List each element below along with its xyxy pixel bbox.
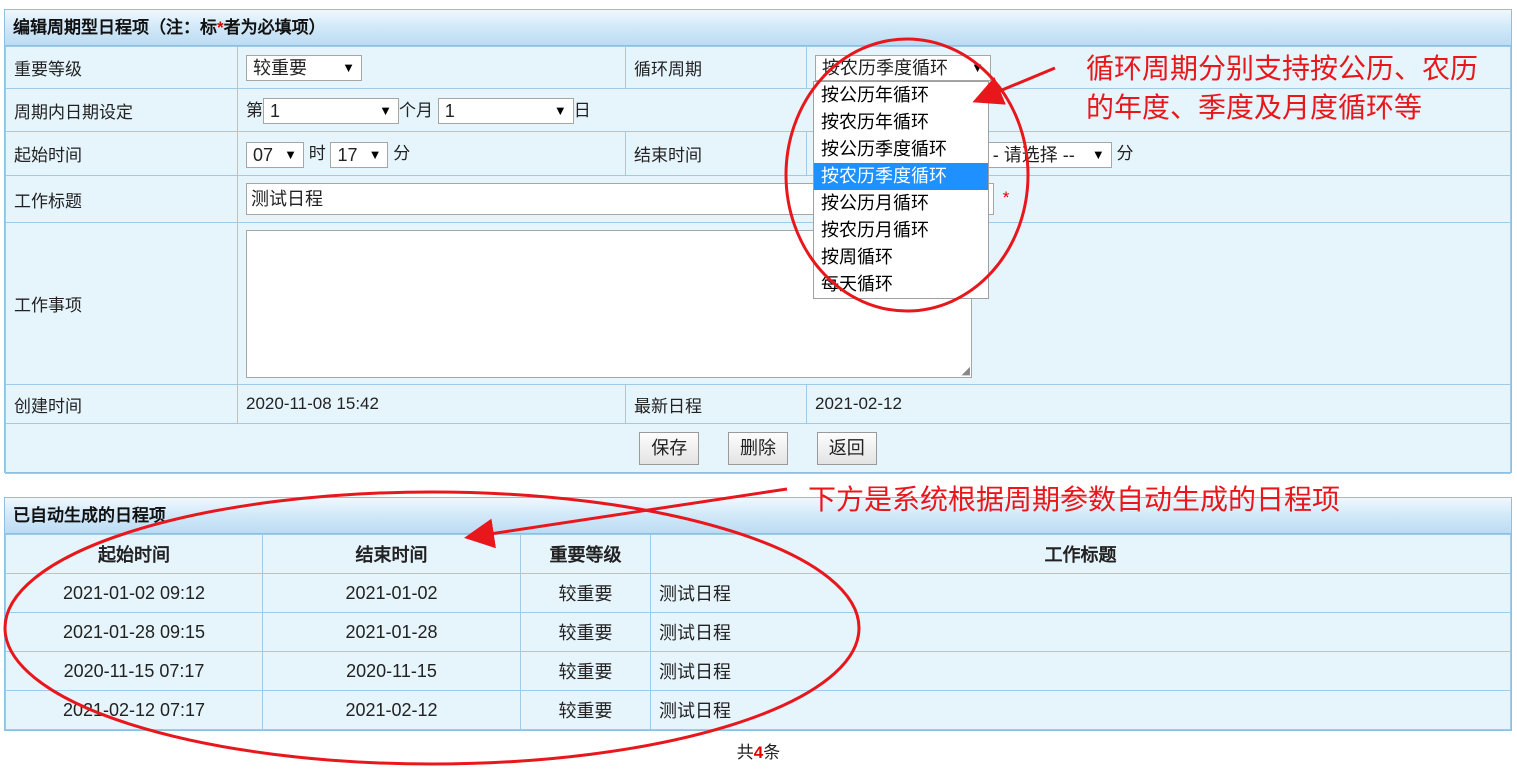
- importance-cell: 较重要: [520, 573, 651, 613]
- importance-label: 重要等级: [5, 46, 238, 89]
- chevron-down-icon: ▼: [368, 146, 382, 162]
- record-count: 共4条: [736, 743, 781, 762]
- table-row[interactable]: 2020-11-15 07:17 2020-11-15 较重要 测试日程: [5, 651, 1511, 691]
- work-item-label: 工作事项: [5, 222, 238, 385]
- latest-label: 最新日程: [625, 384, 807, 424]
- annotation-top-line2: 的年度、季度及月度循环等: [1086, 92, 1423, 123]
- generated-list-table: 起始时间 结束时间 重要等级 工作标题 2021-01-02 09:12 202…: [5, 534, 1511, 730]
- end-cell: 2021-01-02: [262, 573, 521, 613]
- start-hour-select[interactable]: 07 ▼: [246, 141, 304, 168]
- start-cell: 2020-11-15 07:17: [5, 651, 263, 691]
- cycle-option[interactable]: 每天循环: [814, 271, 988, 298]
- created-label: 创建时间: [5, 384, 238, 424]
- cycle-option[interactable]: 按农历月循环: [814, 217, 988, 244]
- end-cell: 2020-11-15: [262, 651, 521, 691]
- importance-select[interactable]: 较重要 ▼: [246, 54, 362, 81]
- cycle-option[interactable]: 按农历年循环: [814, 109, 988, 136]
- end-cell: 2021-01-28: [262, 612, 521, 652]
- title-cell: 测试日程: [650, 612, 1511, 652]
- title-cell: 测试日程: [650, 573, 1511, 613]
- cycle-option-selected[interactable]: 按农历季度循环: [814, 163, 988, 190]
- cycle-select[interactable]: 按农历季度循环 ▼: [815, 54, 991, 81]
- table-header-row: 起始时间 结束时间 重要等级 工作标题: [5, 534, 1511, 574]
- save-button[interactable]: 保存: [639, 432, 700, 465]
- table-row[interactable]: 2021-02-12 07:17 2021-02-12 较重要 测试日程: [5, 690, 1511, 730]
- cycle-label: 循环周期: [625, 46, 807, 89]
- title-cell: 测试日程: [650, 690, 1511, 730]
- cycle-option[interactable]: 按周循环: [814, 244, 988, 271]
- start-cell: 2021-02-12 07:17: [5, 690, 263, 730]
- work-title-label: 工作标题: [5, 175, 238, 223]
- delete-button[interactable]: 删除: [728, 432, 788, 465]
- chevron-down-icon: ▼: [553, 103, 567, 119]
- end-time-label: 结束时间: [625, 131, 807, 176]
- importance-cell: 较重要: [520, 612, 651, 652]
- column-header: 起始时间: [5, 534, 263, 574]
- importance-cell: 较重要: [520, 690, 651, 730]
- importance-cell: 较重要: [520, 651, 651, 691]
- annotation-top-line1: 循环周期分别支持按公历、农历: [1086, 53, 1479, 84]
- title-cell: 测试日程: [650, 651, 1511, 691]
- back-button[interactable]: 返回: [816, 432, 877, 465]
- cycle-option[interactable]: 按公历月循环: [814, 190, 988, 217]
- annotation-bottom: 下方是系统根据周期参数自动生成的日程项: [808, 484, 1341, 515]
- start-cell: 2021-01-28 09:15: [5, 612, 263, 652]
- chevron-down-icon: ▼: [379, 103, 392, 119]
- resize-grip-icon[interactable]: ◢: [962, 364, 970, 377]
- chevron-down-icon: ▼: [1091, 146, 1105, 162]
- start-minute-select[interactable]: 17 ▼: [330, 141, 389, 168]
- start-cell: 2021-01-02 09:12: [5, 573, 263, 613]
- edit-panel-title: 编辑周期型日程项（注：标*者为必填项）: [5, 10, 1511, 46]
- chevron-down-icon: ▼: [342, 59, 355, 75]
- latest-value: 2021-02-12: [806, 384, 1511, 424]
- cycle-dropdown-list[interactable]: 按公历年循环 按农历年循环 按公历季度循环 按农历季度循环 按公历月循环 按农历…: [813, 81, 989, 299]
- chevron-down-icon: ▼: [971, 59, 984, 75]
- end-minute-select[interactable]: - 请选择 -- ▼: [987, 141, 1112, 168]
- column-header: 重要等级: [520, 534, 651, 574]
- cycle-option[interactable]: 按公历季度循环: [814, 136, 988, 163]
- column-header: 结束时间: [262, 534, 521, 574]
- day-select[interactable]: 1 ▼: [437, 98, 574, 125]
- end-cell: 2021-02-12: [262, 690, 521, 730]
- column-header: 工作标题: [650, 534, 1511, 574]
- date-setting-label: 周期内日期设定: [5, 88, 238, 132]
- generated-list-panel: 已自动生成的日程项 起始时间 结束时间 重要等级 工作标题 2021-01-02…: [4, 497, 1512, 731]
- chevron-down-icon: ▼: [284, 146, 297, 162]
- month-index-select[interactable]: 1 ▼: [263, 98, 399, 125]
- created-value: 2020-11-08 15:42: [237, 384, 626, 424]
- cycle-option[interactable]: 按公历年循环: [814, 82, 988, 109]
- start-time-label: 起始时间: [5, 131, 238, 176]
- table-row[interactable]: 2021-01-02 09:12 2021-01-02 较重要 测试日程: [5, 573, 1511, 613]
- table-row[interactable]: 2021-01-28 09:15 2021-01-28 较重要 测试日程: [5, 612, 1511, 652]
